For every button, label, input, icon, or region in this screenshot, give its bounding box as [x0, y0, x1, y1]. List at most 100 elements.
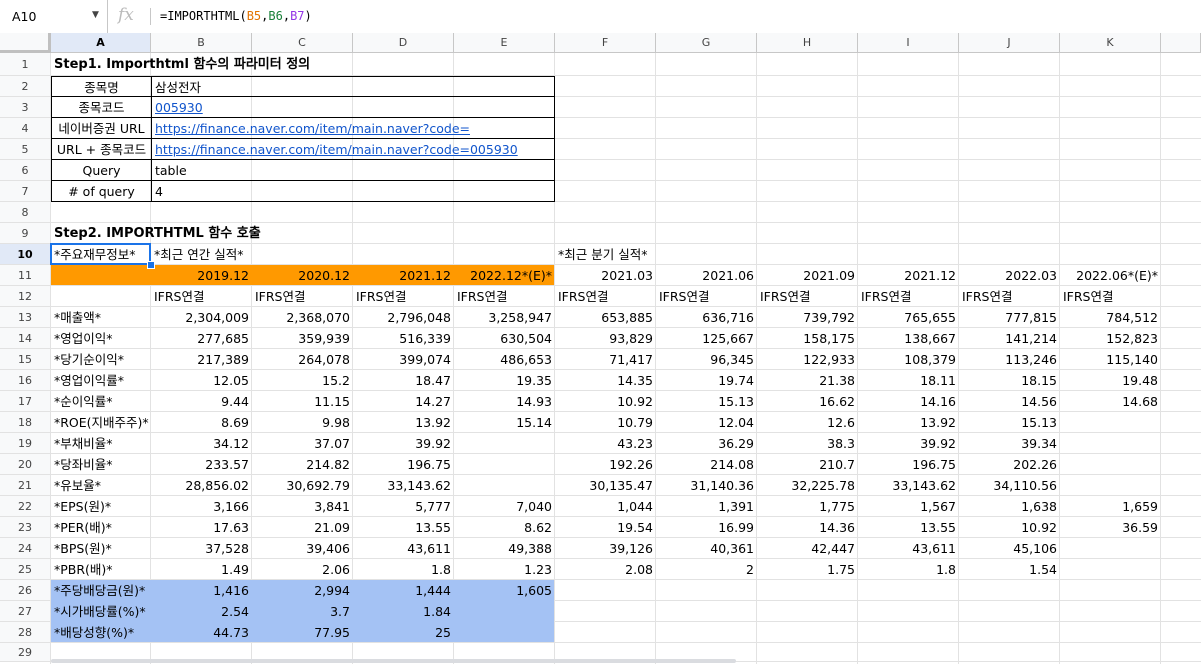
metric-value[interactable]: 18.15: [959, 370, 1060, 391]
period-header[interactable]: 2021.09: [757, 265, 858, 286]
metric-value[interactable]: 636,716: [656, 307, 757, 328]
metric-value[interactable]: 71,417: [555, 349, 656, 370]
accounting-standard[interactable]: IFRS연결: [656, 286, 757, 307]
row-header-23[interactable]: 23: [0, 517, 51, 538]
metric-value[interactable]: 42,447: [757, 538, 858, 559]
row-header-17[interactable]: 17: [0, 391, 51, 412]
metric-value[interactable]: 2,994: [252, 580, 353, 601]
metric-label[interactable]: *EPS(원)*: [51, 496, 151, 517]
accounting-standard[interactable]: IFRS연결: [757, 286, 858, 307]
metric-value[interactable]: 15.2: [252, 370, 353, 391]
annual-results-label[interactable]: *최근 연간 실적*: [151, 244, 555, 265]
metric-value[interactable]: 1.8: [858, 559, 959, 580]
param-value[interactable]: table: [151, 160, 555, 181]
metric-value[interactable]: 33,143.62: [858, 475, 959, 496]
row-header-12[interactable]: 12: [0, 286, 51, 307]
fill-handle[interactable]: [147, 261, 155, 269]
metric-value[interactable]: 1,605: [454, 580, 555, 601]
column-header-i[interactable]: I: [858, 33, 959, 53]
metric-value[interactable]: 1,444: [353, 580, 454, 601]
metric-value[interactable]: 15.13: [959, 412, 1060, 433]
metric-value[interactable]: 34,110.56: [959, 475, 1060, 496]
period-header[interactable]: 2022.12*(E)*: [454, 265, 555, 286]
row-header-19[interactable]: 19: [0, 433, 51, 454]
column-header-d[interactable]: D: [353, 33, 454, 53]
row-header-22[interactable]: 22: [0, 496, 51, 517]
metric-value[interactable]: 39,126: [555, 538, 656, 559]
metric-value[interactable]: 214.08: [656, 454, 757, 475]
metric-value[interactable]: 359,939: [252, 328, 353, 349]
metric-value[interactable]: 1.49: [151, 559, 252, 580]
column-header-j[interactable]: J: [959, 33, 1060, 53]
metric-value[interactable]: 14.68: [1060, 391, 1161, 412]
metric-value[interactable]: 1.54: [959, 559, 1060, 580]
metric-value[interactable]: 8.69: [151, 412, 252, 433]
row-header-18[interactable]: 18: [0, 412, 51, 433]
metric-value[interactable]: 10.92: [555, 391, 656, 412]
metric-label[interactable]: *영업이익*: [51, 328, 151, 349]
column-header-h[interactable]: H: [757, 33, 858, 53]
metric-label[interactable]: *매출액*: [51, 307, 151, 328]
metric-value[interactable]: 39,406: [252, 538, 353, 559]
metric-value[interactable]: 3,841: [252, 496, 353, 517]
metric-value[interactable]: 16.99: [656, 517, 757, 538]
metric-value[interactable]: 3,166: [151, 496, 252, 517]
metric-value[interactable]: 784,512: [1060, 307, 1161, 328]
metric-label[interactable]: *주당배당금(원)*: [51, 580, 151, 601]
metric-value[interactable]: 19.74: [656, 370, 757, 391]
param-value[interactable]: https://finance.naver.com/item/main.nave…: [151, 139, 555, 160]
metric-value[interactable]: 9.98: [252, 412, 353, 433]
metric-value[interactable]: 192.26: [555, 454, 656, 475]
metric-value[interactable]: 21.09: [252, 517, 353, 538]
metric-value[interactable]: 1,391: [656, 496, 757, 517]
metric-value[interactable]: 196.75: [858, 454, 959, 475]
period-header[interactable]: 2020.12: [252, 265, 353, 286]
metric-value[interactable]: 15.14: [454, 412, 555, 433]
metric-value[interactable]: 115,140: [1060, 349, 1161, 370]
metric-value[interactable]: 152,823: [1060, 328, 1161, 349]
metric-value[interactable]: 37.07: [252, 433, 353, 454]
metric-value[interactable]: 1,416: [151, 580, 252, 601]
metric-value[interactable]: 10.79: [555, 412, 656, 433]
param-value[interactable]: 삼성전자: [151, 76, 555, 97]
chevron-down-icon[interactable]: ▼: [92, 10, 99, 20]
row-header-2[interactable]: 2: [0, 76, 51, 97]
metric-value[interactable]: 19.54: [555, 517, 656, 538]
param-value[interactable]: 4: [151, 181, 555, 202]
metric-value[interactable]: 14.36: [757, 517, 858, 538]
period-header[interactable]: 2021.12: [858, 265, 959, 286]
metric-value[interactable]: 13.92: [858, 412, 959, 433]
metric-value[interactable]: 196.75: [353, 454, 454, 475]
period-header[interactable]: 2021.03: [555, 265, 656, 286]
metric-value[interactable]: 277,685: [151, 328, 252, 349]
metric-value[interactable]: 2,796,048: [353, 307, 454, 328]
metric-value[interactable]: 2: [656, 559, 757, 580]
select-all-corner[interactable]: [0, 33, 51, 53]
accounting-standard[interactable]: IFRS연결: [555, 286, 656, 307]
metric-label[interactable]: *배당성향(%)*: [51, 622, 151, 643]
row-header-26[interactable]: 26: [0, 580, 51, 601]
metric-value[interactable]: 138,667: [858, 328, 959, 349]
param-value[interactable]: https://finance.naver.com/item/main.nave…: [151, 118, 555, 139]
metric-value[interactable]: 44.73: [151, 622, 252, 643]
metric-value[interactable]: 113,246: [959, 349, 1060, 370]
metric-value[interactable]: 7,040: [454, 496, 555, 517]
metric-value[interactable]: 13.92: [353, 412, 454, 433]
metric-value[interactable]: 21.38: [757, 370, 858, 391]
metric-value[interactable]: 19.35: [454, 370, 555, 391]
row-header-3[interactable]: 3: [0, 97, 51, 118]
row-header-5[interactable]: 5: [0, 139, 51, 160]
metric-value[interactable]: 122,933: [757, 349, 858, 370]
metric-value[interactable]: 2.08: [555, 559, 656, 580]
period-header[interactable]: 2021.12: [353, 265, 454, 286]
metric-value[interactable]: 39.92: [353, 433, 454, 454]
param-label[interactable]: URL + 종목코드: [51, 139, 151, 160]
metric-label[interactable]: *부채비율*: [51, 433, 151, 454]
metric-value[interactable]: 39.92: [858, 433, 959, 454]
row-header-29[interactable]: 29: [0, 643, 51, 662]
metric-value[interactable]: 8.62: [454, 517, 555, 538]
column-header-e[interactable]: E: [454, 33, 555, 53]
quarterly-results-label[interactable]: *최근 분기 실적*: [555, 244, 959, 265]
metric-value[interactable]: 1,044: [555, 496, 656, 517]
metric-value[interactable]: 15.13: [656, 391, 757, 412]
